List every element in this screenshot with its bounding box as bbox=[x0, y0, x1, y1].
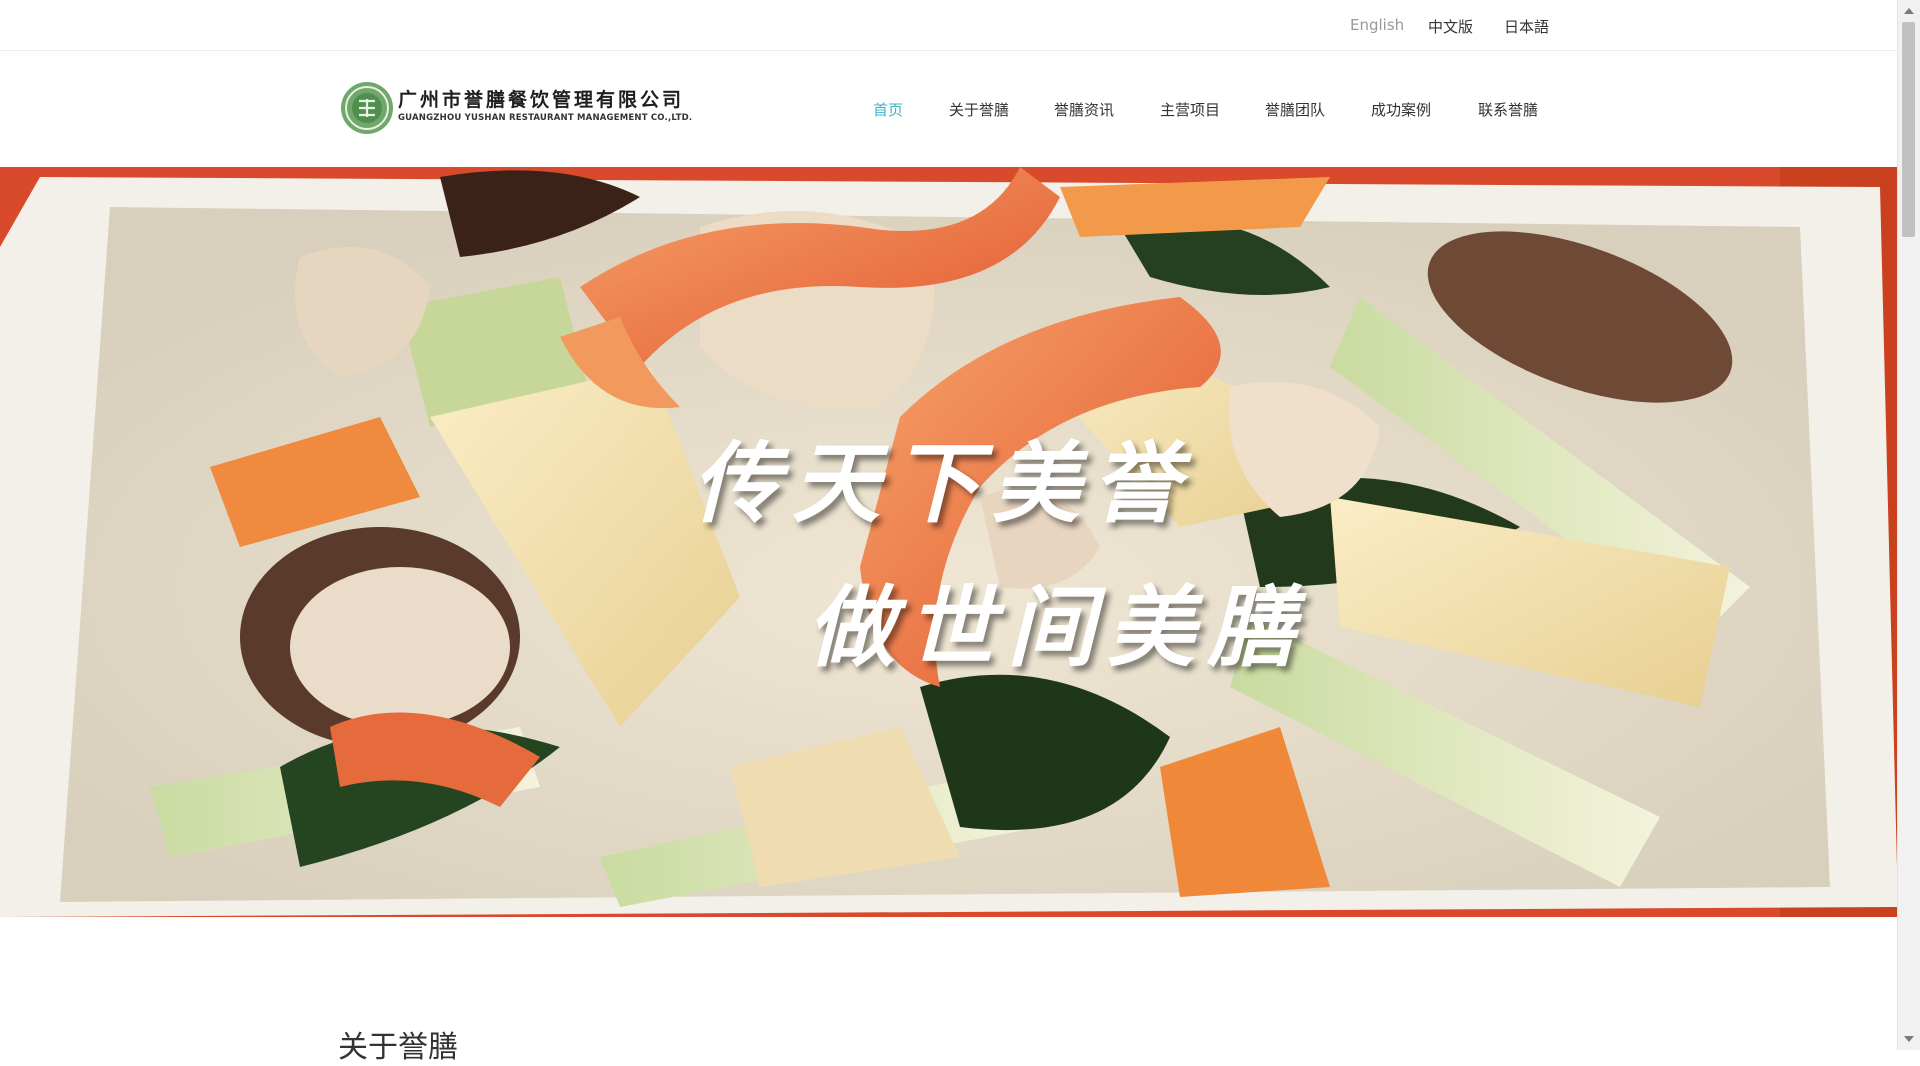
banner-food-image bbox=[0, 167, 1898, 917]
banner-slogan-line1: 传天下美誉 bbox=[692, 431, 1193, 535]
language-chinese-link[interactable]: 中文版 bbox=[1428, 16, 1473, 37]
scroll-up-arrow-icon[interactable] bbox=[1904, 8, 1914, 14]
language-bar: English 中文版 日本語 bbox=[0, 0, 1898, 51]
main-nav: 首页 关于誉膳 誉膳资讯 主营项目 誉膳团队 成功案例 联系誉膳 bbox=[0, 99, 1898, 123]
scrollbar-thumb[interactable] bbox=[1902, 22, 1915, 237]
nav-item-contact[interactable]: 联系誉膳 bbox=[1478, 99, 1538, 120]
nav-item-home[interactable]: 首页 bbox=[873, 99, 903, 120]
site-header: 广州市誉膳餐饮管理有限公司 GUANGZHOU YUSHAN RESTAURAN… bbox=[0, 51, 1898, 167]
nav-item-cases[interactable]: 成功案例 bbox=[1371, 99, 1431, 120]
nav-item-services[interactable]: 主营项目 bbox=[1160, 99, 1220, 120]
language-japanese-link[interactable]: 日本語 bbox=[1504, 16, 1549, 37]
nav-item-news[interactable]: 誉膳资讯 bbox=[1054, 99, 1114, 120]
page-scrollbar[interactable] bbox=[1897, 0, 1920, 1050]
nav-item-team[interactable]: 誉膳团队 bbox=[1265, 99, 1325, 120]
banner-slogan-line2: 做世间美膳 bbox=[807, 575, 1308, 679]
nav-item-about[interactable]: 关于誉膳 bbox=[949, 99, 1009, 120]
about-section-title: 关于誉膳 bbox=[338, 1030, 458, 1065]
language-english-link[interactable]: English bbox=[1350, 16, 1404, 34]
scroll-down-arrow-icon[interactable] bbox=[1904, 1036, 1914, 1042]
hero-banner: 传天下美誉 做世间美膳 bbox=[0, 167, 1898, 917]
